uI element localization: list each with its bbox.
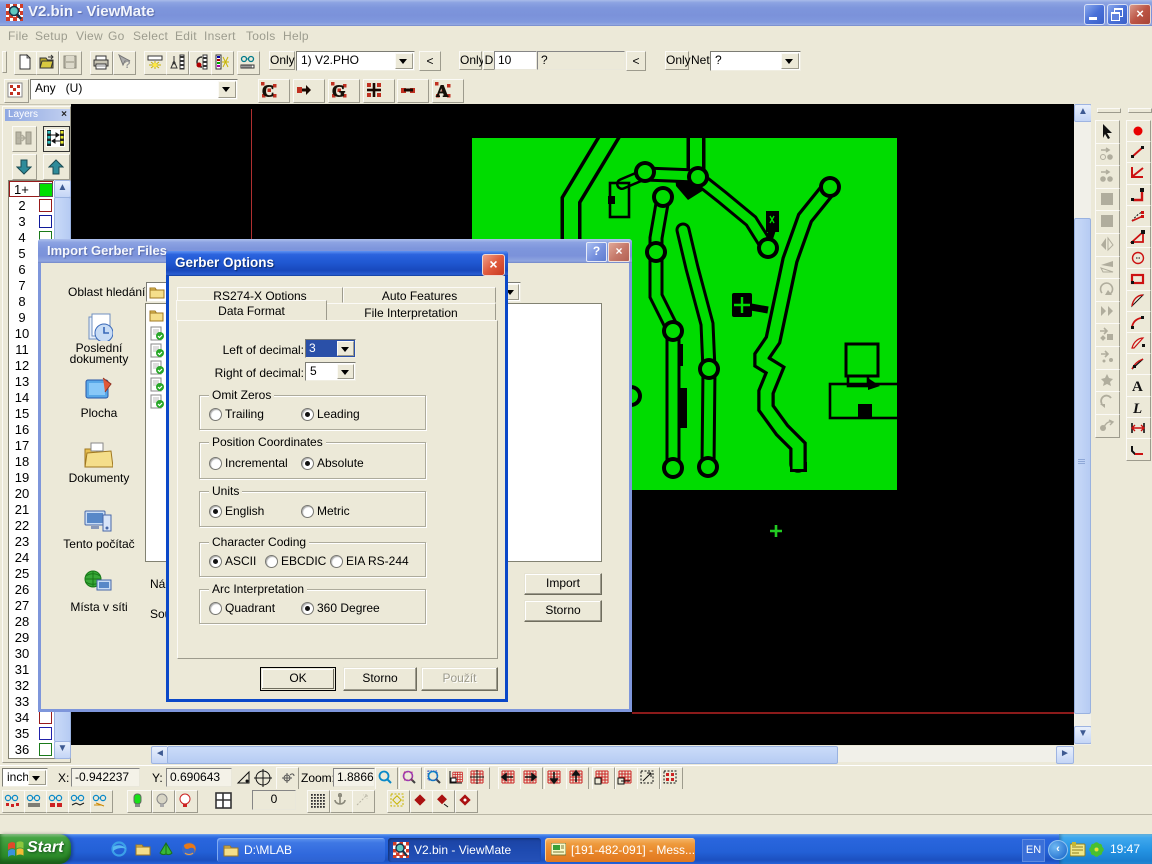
svg-text:L: L	[1132, 401, 1142, 415]
svg-text:A: A	[1132, 379, 1143, 393]
svg-text:?: ?	[124, 59, 131, 70]
svg-text:G: G	[332, 82, 345, 98]
svg-text:A: A	[436, 82, 449, 98]
svg-text:C: C	[262, 82, 274, 98]
